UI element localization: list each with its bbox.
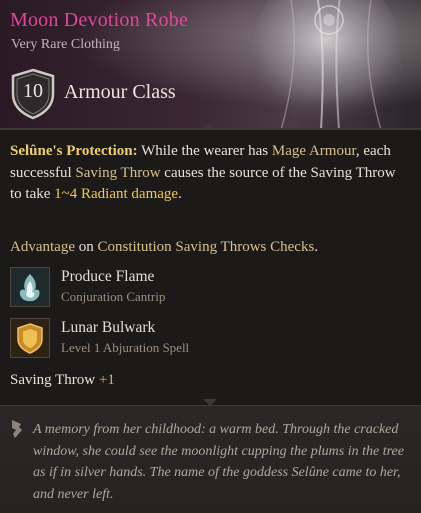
saving-throw-bonus: Saving Throw +1 xyxy=(10,370,411,392)
keyword-constitution-saving-throws[interactable]: Constitution Saving Throws xyxy=(97,239,266,255)
advantage-text: . xyxy=(314,239,319,255)
quill-icon xyxy=(12,420,22,438)
produce-flame-icon[interactable] xyxy=(10,267,50,307)
item-name: Moon Devotion Robe xyxy=(10,9,189,31)
advantage-text: on xyxy=(74,239,98,255)
saving-throw-bonus-value: +1 xyxy=(98,372,115,388)
divider-notch-icon xyxy=(203,123,217,130)
keyword-mage-armour[interactable]: Mage Armour xyxy=(272,143,356,159)
saving-throw-label[interactable]: Saving Throw xyxy=(10,372,95,388)
spell-name: Lunar Bulwark xyxy=(61,319,156,336)
advantage-line: Advantage on Constitution Saving Throws … xyxy=(10,237,411,259)
passive-name: Selûne's Protection: xyxy=(10,143,138,159)
lore-section: A memory from her childhood: a warm bed.… xyxy=(0,405,421,513)
spell-type: Conjuration Cantrip xyxy=(61,289,166,304)
keyword-radiant-damage[interactable]: 1~4 Radiant damage xyxy=(54,186,178,202)
description-text: . xyxy=(178,186,182,202)
item-rarity-type: Very Rare Clothing xyxy=(11,37,120,52)
lunar-bulwark-icon[interactable] xyxy=(10,318,50,358)
keyword-advantage[interactable]: Advantage xyxy=(10,239,75,255)
spell-type: Level 1 Abjuration Spell xyxy=(61,340,190,355)
robe-image xyxy=(241,0,411,128)
description-text: While the wearer has xyxy=(137,143,272,159)
spell-row-lunar-bulwark[interactable]: Lunar Bulwark Level 1 Abjuration Spell xyxy=(10,318,410,360)
lore-text: A memory from her childhood: a warm bed.… xyxy=(33,422,404,502)
spell-row-produce-flame[interactable]: Produce Flame Conjuration Cantrip xyxy=(10,267,410,309)
spell-name: Produce Flame xyxy=(61,268,155,285)
armour-class-label: Armour Class xyxy=(64,81,176,103)
armour-class-value: 10 xyxy=(23,80,43,102)
keyword-checks[interactable]: Checks xyxy=(270,239,314,255)
keyword-saving-throw[interactable]: Saving Throw xyxy=(75,165,160,181)
item-header: Moon Devotion Robe Very Rare Clothing 10… xyxy=(0,0,421,128)
item-passive-description: Selûne's Protection: While the wearer ha… xyxy=(10,141,411,206)
